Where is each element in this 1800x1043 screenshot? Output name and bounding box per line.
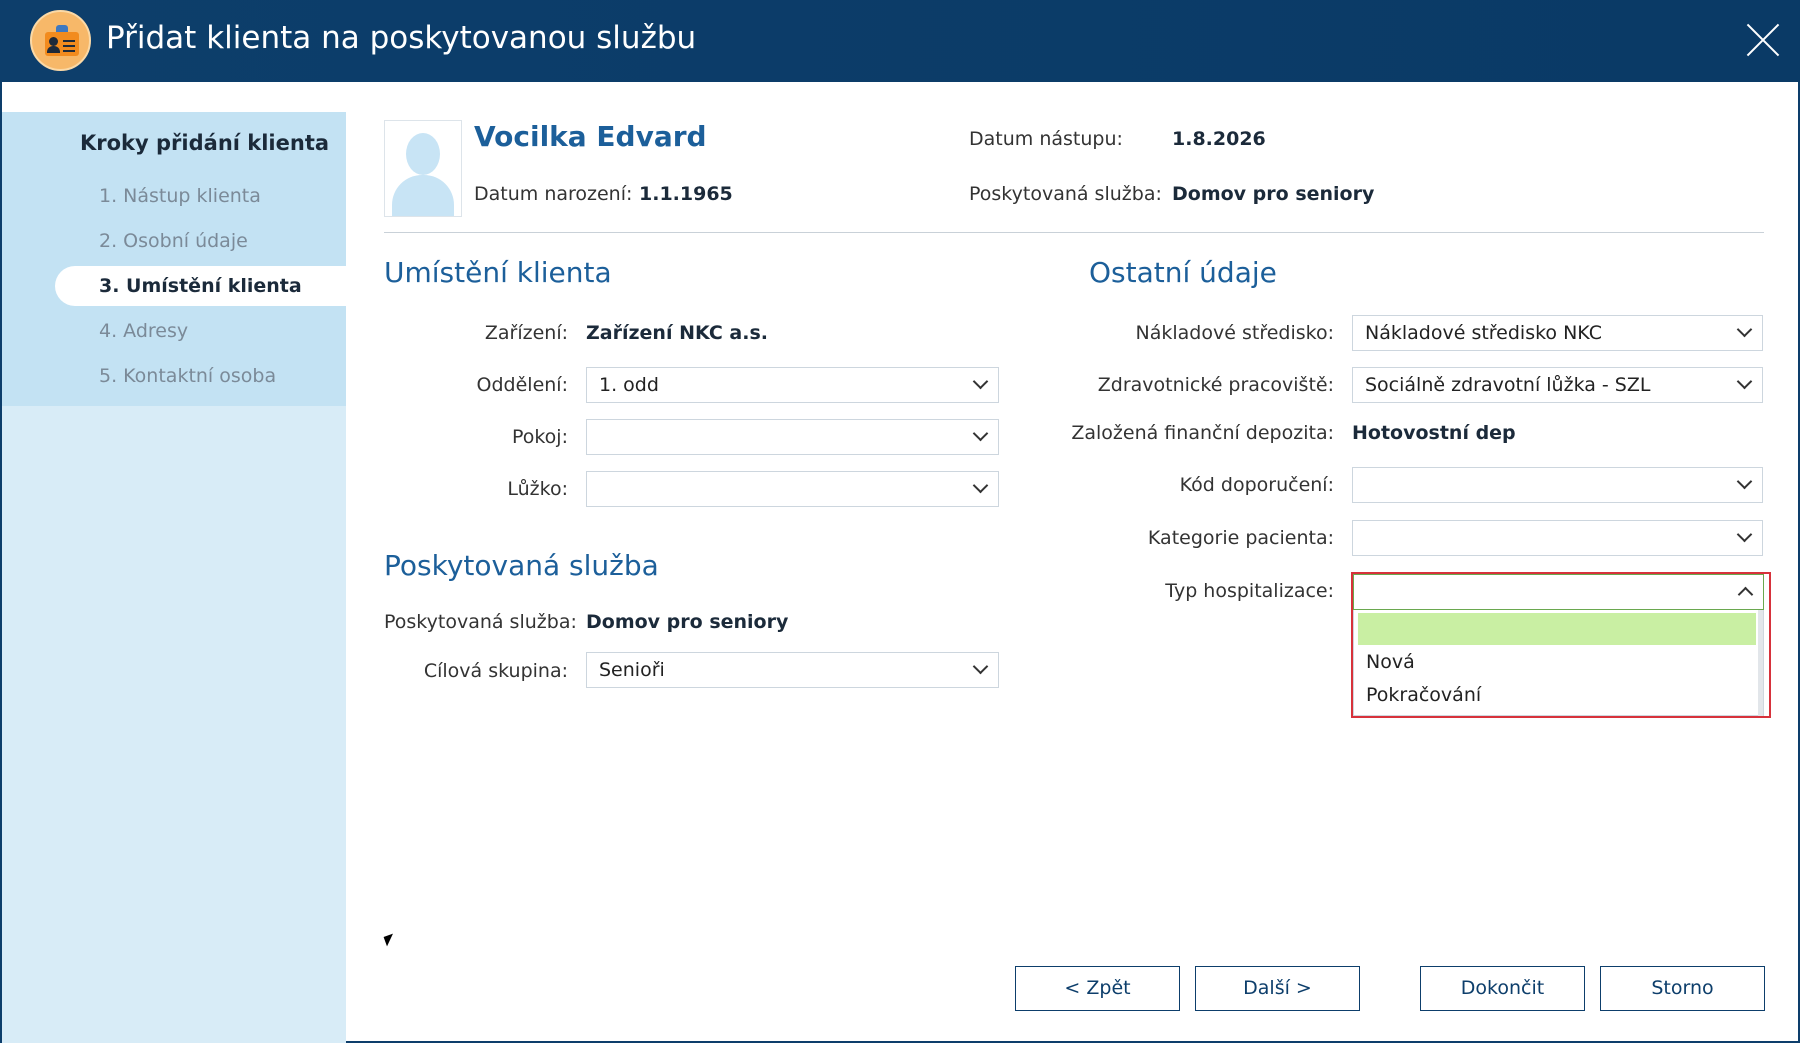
start-date-value: 1.8.2026 [1172,128,1266,150]
steps-title: Kroky přidání klienta [80,131,330,155]
placement-heading: Umístění klienta [384,256,612,289]
title-bar: Přidat klienta na poskytovanou službu [0,0,1800,82]
avatar [384,120,462,217]
department-label: Oddělení: [476,374,568,396]
other-heading: Ostatní údaje [1089,256,1277,289]
chevron-down-icon [972,376,988,392]
referral-select[interactable] [1352,467,1763,503]
step-4[interactable]: 4. Adresy [99,320,188,342]
service-label: Poskytovaná služba: [384,611,577,633]
deposit-label: Založená finanční depozita: [1071,422,1334,444]
chevron-down-icon [972,661,988,677]
service-header-label: Poskytovaná služba: [969,183,1162,205]
next-button[interactable]: Další > [1195,966,1360,1011]
mouse-cursor-icon [383,933,397,947]
client-name: Vocilka Edvard [474,120,707,153]
person-silhouette-icon [406,133,440,175]
workplace-value: Sociálně zdravotní lůžka - SZL [1365,374,1651,396]
cost-center-select[interactable]: Nákladové středisko NKC [1352,315,1763,351]
service-value: Domov pro seniory [586,611,789,633]
bed-select[interactable] [586,471,999,507]
start-date-label: Datum nástupu: [969,128,1123,150]
chevron-down-icon [1736,376,1752,392]
department-select[interactable]: 1. odd [586,367,999,403]
finish-button[interactable]: Dokončit [1420,966,1585,1011]
facility-label: Zařízení: [484,322,568,344]
category-select[interactable] [1352,520,1763,556]
window-title: Přidat klienta na poskytovanou službu [106,20,697,56]
target-group-select[interactable]: Senioři [586,652,999,688]
step-3[interactable]: 3. Umístění klienta [99,275,302,297]
step-2[interactable]: 2. Osobní údaje [99,230,248,252]
cancel-button[interactable]: Storno [1600,966,1765,1011]
service-header-value: Domov pro seniory [1172,183,1375,205]
referral-label: Kód doporučení: [1179,474,1334,496]
target-group-value: Senioři [599,659,665,681]
step-1[interactable]: 1. Nástup klienta [99,185,261,207]
chevron-down-icon [1736,476,1752,492]
deposit-value: Hotovostní dep [1352,422,1516,444]
category-label: Kategorie pacienta: [1147,527,1334,549]
workplace-select[interactable]: Sociálně zdravotní lůžka - SZL [1352,367,1763,403]
target-group-label: Cílová skupina: [423,660,568,682]
room-label: Pokoj: [511,426,568,448]
bed-label: Lůžko: [507,478,568,500]
chevron-down-icon [1736,324,1752,340]
cost-center-label: Nákladové středisko: [1135,322,1334,344]
hospitalization-type-label: Typ hospitalizace: [1165,580,1334,602]
service-heading: Poskytovaná služba [384,549,659,582]
workplace-label: Zdravotnické pracoviště: [1097,374,1334,396]
cost-center-value: Nákladové středisko NKC [1365,322,1602,344]
birth-date-label: Datum narození: [474,183,633,205]
close-icon[interactable] [1745,22,1781,58]
facility-value: Zařízení NKC a.s. [586,322,768,344]
chevron-down-icon [1736,529,1752,545]
step-5[interactable]: 5. Kontaktní osoba [99,365,276,387]
client-card-icon [30,10,91,71]
highlight-frame [1351,572,1771,718]
room-select[interactable] [586,419,999,455]
birth-date-value: 1.1.1965 [639,183,733,205]
header-divider [384,232,1764,233]
back-button[interactable]: < Zpět [1015,966,1180,1011]
steps-panel [2,112,346,406]
chevron-down-icon [972,428,988,444]
chevron-down-icon [972,480,988,496]
department-value: 1. odd [599,374,659,396]
